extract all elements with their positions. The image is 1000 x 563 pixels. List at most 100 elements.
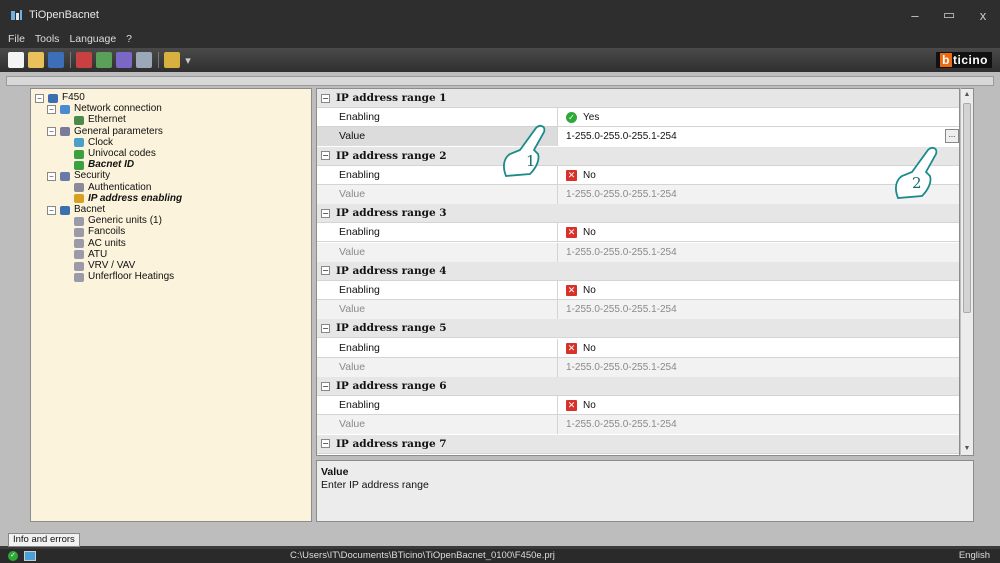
enabling-value[interactable]: ✕ No (557, 338, 959, 358)
enabling-row[interactable]: Enabling ✕ No (317, 281, 959, 300)
value-row[interactable]: Value 1-255.0-255.0-255.1-254 (317, 357, 959, 377)
range-title: IP address range 5 (336, 322, 447, 335)
tree-item[interactable]: Bacnet ID (61, 159, 134, 171)
enabling-label: Enabling (339, 284, 380, 296)
range-header: − IP address range 6 (321, 380, 447, 392)
menu-help[interactable]: ? (126, 33, 132, 45)
cross-icon: ✕ (566, 342, 577, 354)
collapse-icon[interactable]: − (321, 323, 330, 333)
ip-range-value: 1-255.0-255.0-255.1-254 (566, 131, 677, 143)
window-controls: – ▭ x (898, 0, 1000, 30)
ethernet-icon (73, 115, 85, 126)
range-header: − IP address range 1 (321, 92, 447, 104)
range-category-row[interactable]: − IP address range 3 (317, 204, 959, 224)
chart-icon[interactable] (164, 52, 180, 68)
maximize-button[interactable]: ▭ (932, 7, 966, 23)
tree-item[interactable]: Univocal codes (61, 148, 156, 160)
collapse-icon[interactable]: − (321, 266, 330, 276)
expander-icon[interactable]: − (35, 93, 44, 103)
value-field[interactable]: 1-255.0-255.0-255.1-254 (557, 242, 959, 262)
cross-icon: ✕ (566, 169, 577, 181)
new-file-icon[interactable] (8, 52, 24, 68)
tree-item-label: Security (74, 170, 111, 182)
tree-item[interactable]: − Security (47, 170, 110, 182)
toolbar-separator (158, 52, 159, 68)
collapse-icon[interactable]: − (321, 151, 330, 161)
tree-item[interactable]: Authentication (61, 182, 151, 194)
collapse-icon[interactable]: − (321, 93, 330, 103)
expander-icon[interactable]: − (47, 171, 56, 181)
enabling-value[interactable]: ✕ No (557, 396, 959, 416)
range-category-row[interactable]: − IP address range 5 (317, 319, 959, 339)
value-row[interactable]: Value 1-255.0-255.0-255.1-254 (317, 185, 959, 204)
enabling-value[interactable]: ✕ No (557, 223, 959, 243)
tree-item[interactable]: AC units (61, 238, 126, 250)
tree-item[interactable]: IP address enabling (61, 193, 182, 205)
clock-icon (73, 137, 85, 148)
ip-range-value: 1-255.0-255.0-255.1-254 (566, 189, 677, 200)
tree-item[interactable]: ATU (61, 249, 107, 261)
tree-item[interactable]: − Bacnet (47, 204, 105, 216)
tree-item[interactable]: Fancoils (61, 226, 125, 238)
value-row[interactable]: Value 1-255.0-255.0-255.1-254 (317, 242, 959, 262)
enabling-value[interactable]: ✕ No (557, 281, 959, 300)
minimize-button[interactable]: – (898, 8, 932, 23)
device-icon (47, 93, 59, 104)
tree-item[interactable]: − F450 (35, 92, 85, 104)
menu-language[interactable]: Language (69, 33, 116, 45)
scroll-up-icon[interactable]: ▲ (961, 89, 973, 101)
value-row[interactable]: Value 1-255.0-255.0-255.1-254 (317, 415, 959, 435)
collapse-icon[interactable]: − (321, 439, 330, 449)
tree-item[interactable]: Clock (61, 137, 113, 149)
receive-icon[interactable] (116, 52, 132, 68)
tree-item[interactable]: Ethernet (61, 114, 126, 126)
range-category-row[interactable]: − IP address range 6 (317, 377, 959, 396)
menu-bar: File Tools Language ? (0, 30, 1000, 48)
menu-file[interactable]: File (8, 33, 25, 45)
expander-icon[interactable]: − (47, 104, 56, 114)
enabling-row[interactable]: Enabling ✕ No (317, 338, 959, 358)
grid-scrollbar[interactable]: ▲ ▼ (961, 88, 974, 456)
tree-item-label: Clock (88, 136, 114, 148)
enabling-row[interactable]: Enabling ✕ No (317, 396, 959, 416)
value-field[interactable]: 1-255.0-255.0-255.1-254 (557, 357, 959, 377)
info-and-errors-button[interactable]: Info and errors (8, 533, 80, 547)
range-category-row[interactable]: − IP address range 2 (317, 146, 959, 166)
open-folder-icon[interactable] (28, 52, 44, 68)
enabling-value[interactable]: ✓ Yes (557, 108, 959, 128)
range-category-row[interactable]: − IP address range 4 (317, 261, 959, 281)
value-label: Value (317, 300, 557, 320)
tree-item[interactable]: Generic units (1) (61, 215, 162, 227)
send-icon[interactable] (96, 52, 112, 68)
scroll-thumb[interactable] (963, 103, 971, 313)
collapse-icon[interactable]: − (321, 381, 330, 391)
value-row[interactable]: Value 1-255.0-255.0-255.1-254... (317, 127, 959, 147)
value-field[interactable]: 1-255.0-255.0-255.1-254 (557, 300, 959, 320)
scroll-down-icon[interactable]: ▼ (961, 443, 973, 455)
menu-tools[interactable]: Tools (35, 33, 60, 45)
tree-item[interactable]: − Network connection (47, 103, 162, 115)
close-button[interactable]: x (966, 8, 1000, 23)
collapse-icon[interactable]: − (321, 208, 330, 218)
ip-range-value: 1-255.0-255.0-255.1-254 (566, 246, 677, 258)
chevron-down-icon[interactable]: ▾ (184, 52, 192, 68)
value-row[interactable]: Value 1-255.0-255.0-255.1-254 (317, 300, 959, 320)
toolbar-separator (70, 52, 71, 68)
range-header: − IP address range 5 (321, 322, 447, 334)
tree-item[interactable]: Unferfloor Heatings (61, 271, 174, 283)
range-category-row[interactable]: − IP address range 1 (317, 89, 959, 108)
device-config-icon[interactable] (136, 52, 152, 68)
connect-icon[interactable] (76, 52, 92, 68)
range-category-row[interactable]: − IP address range 7 (317, 434, 959, 454)
save-icon[interactable] (48, 52, 64, 68)
expander-icon[interactable]: − (47, 205, 56, 215)
enabling-row[interactable]: Enabling ✓ Yes (317, 108, 959, 128)
app-icon (10, 9, 23, 22)
tree-item[interactable]: − General parameters (47, 126, 163, 138)
value-field[interactable]: 1-255.0-255.0-255.1-254 (557, 415, 959, 435)
tree-item[interactable]: VRV / VAV (61, 260, 135, 272)
enabling-row[interactable]: Enabling ✕ No (317, 223, 959, 243)
monitor-icon (24, 551, 36, 561)
enabling-row[interactable]: Enabling ✕ No (317, 165, 959, 185)
expander-icon[interactable]: − (47, 127, 56, 137)
